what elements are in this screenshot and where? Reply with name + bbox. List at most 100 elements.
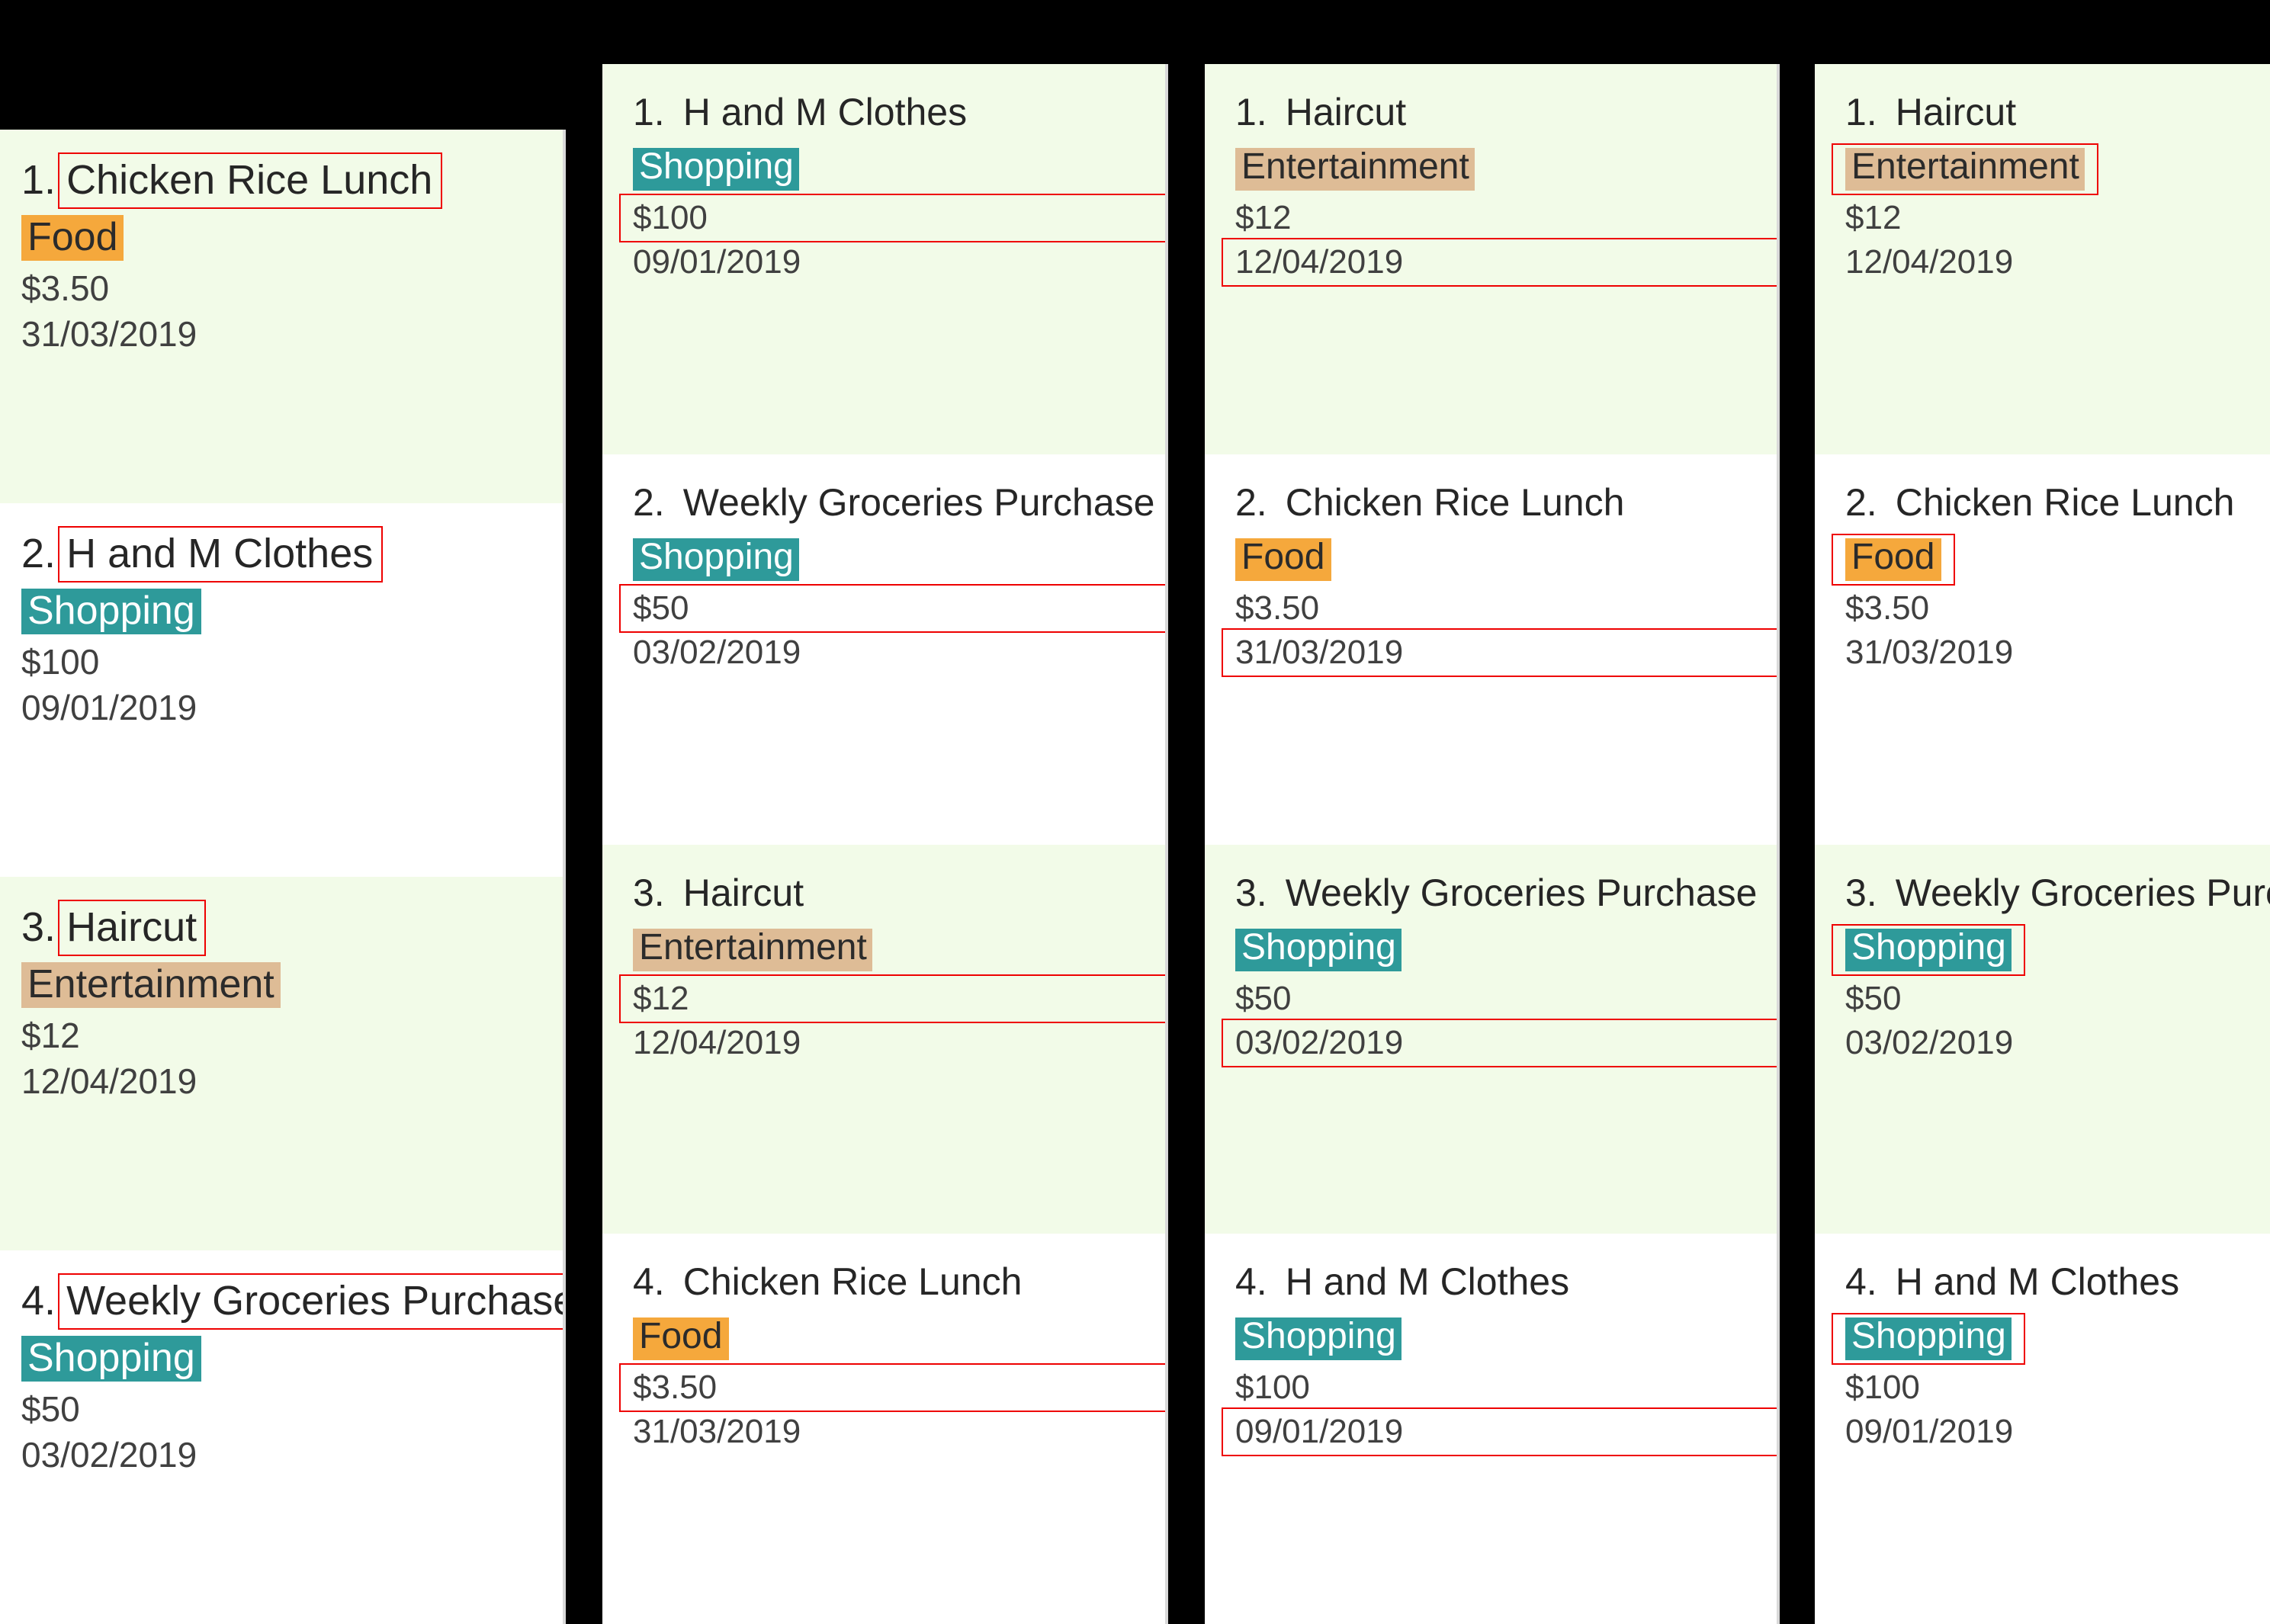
expense-title: Chicken Rice Lunch xyxy=(66,157,432,204)
expense-row[interactable]: 2.Chicken Rice LunchFood$3.5031/03/2019 xyxy=(1815,454,2270,845)
expense-date: 09/01/2019 xyxy=(1845,1413,2270,1452)
expense-row[interactable]: 1. Haircut Entertainment $1212/04/2019 xyxy=(1815,64,2270,454)
expense-amount: $50 xyxy=(1845,978,2270,1018)
expense-index: 2. xyxy=(21,531,56,578)
expense-date: 31/03/2019 xyxy=(1845,633,2270,672)
expense-date: 09/01/2019 xyxy=(1235,1413,1780,1452)
expense-title: Chicken Rice Lunch xyxy=(1896,482,2235,526)
expense-amount: $12 xyxy=(21,1016,566,1057)
expense-category-line: Food xyxy=(1845,537,2270,581)
expense-title-line: 4.Weekly Groceries Purchase xyxy=(21,1278,566,1325)
expense-category-line: Shopping xyxy=(1845,1317,2270,1361)
expense-date: 12/04/2019 xyxy=(1235,242,1780,282)
category-badge: Shopping xyxy=(1845,1318,2012,1361)
expense-amount: $50 xyxy=(21,1389,566,1430)
expense-category-line: Entertainment xyxy=(21,961,566,1008)
expense-title-line: 3.Haircut xyxy=(21,904,566,952)
expense-row[interactable]: 3.HaircutEntertainment$1212/04/2019 xyxy=(602,844,1168,1234)
expense-title-line: 3. Haircut xyxy=(633,871,1168,916)
expense-list-panel-2[interactable]: 1.H and M ClothesShopping$10009/01/20192… xyxy=(602,64,1168,1624)
expense-index: 1. xyxy=(21,157,56,204)
expense-title-line: 1.Haircut xyxy=(1235,91,1780,136)
expense-index: 1. xyxy=(633,91,665,136)
expense-title-line: 4.H and M Clothes xyxy=(1235,1262,1780,1306)
expense-row[interactable]: 1.Chicken Rice LunchFood$3.5031/03/2019 xyxy=(0,130,566,503)
expense-list-panel-3[interactable]: 1.Haircut Entertainment $1212/04/2019 2.Chi… xyxy=(1205,64,1780,1624)
expense-amount: $100 xyxy=(21,642,566,683)
expense-index: 3. xyxy=(633,871,665,916)
expense-index: 3. xyxy=(21,904,56,952)
category-badge: Food xyxy=(1235,538,1331,581)
expense-amount: $3.50 xyxy=(633,1369,1168,1408)
expense-rows-1: 1.Chicken Rice LunchFood$3.5031/03/20192… xyxy=(0,130,566,1624)
expense-title-line: 4. Chicken Rice Lunch xyxy=(633,1262,1168,1306)
category-badge: Food xyxy=(1845,538,1941,581)
expense-category-line: Shopping xyxy=(1845,926,2270,971)
panel-grid: 1.Chicken Rice LunchFood$3.5031/03/20192… xyxy=(0,0,2270,825)
category-badge: Shopping xyxy=(1845,928,2012,971)
expense-list-panel-4[interactable]: 1.HaircutEntertainment$1212/04/20192.Chi… xyxy=(1815,64,2270,1624)
expense-index: 4. xyxy=(1845,1262,1877,1306)
expense-index: 3. xyxy=(1845,871,1877,916)
category-badge: Food xyxy=(633,1318,728,1361)
expense-title: Haircut xyxy=(683,871,804,916)
panel-edge xyxy=(1777,64,1780,1624)
expense-title: H and M Clothes xyxy=(66,531,373,578)
expense-date: 31/03/2019 xyxy=(633,1413,1168,1452)
expense-title-line: 3. Weekly Groceries Purchase xyxy=(1845,871,2270,916)
panel-edge xyxy=(563,130,566,1624)
expense-amount: $100 xyxy=(1235,1369,1780,1408)
expense-date: 12/04/2019 xyxy=(21,1061,566,1102)
expense-title: Weekly Groceries Purchase xyxy=(1896,871,2270,916)
expense-title-line: 3.Weekly Groceries Purchase xyxy=(1235,871,1780,916)
expense-index: 4. xyxy=(633,1262,665,1306)
expense-row[interactable]: 2.Chicken Rice LunchFood$3.5031/03/2019 xyxy=(1205,454,1780,845)
expense-title-line: 2.H and M Clothes xyxy=(21,531,566,578)
expense-row[interactable]: 3.Weekly Groceries Purchase Shopping $5003… xyxy=(1205,844,1780,1234)
expense-row[interactable]: 4. Chicken Rice Lunch Food $3.50 31/03/2019 xyxy=(602,1234,1168,1624)
expense-index: 2. xyxy=(633,482,665,526)
expense-amount: $3.50 xyxy=(1845,589,2270,628)
expense-date: 03/02/2019 xyxy=(633,633,1168,672)
expense-amount: $12 xyxy=(1235,198,1780,238)
expense-title: Haircut xyxy=(1896,91,2016,136)
expense-index: 1. xyxy=(1845,91,1877,136)
expense-title: Chicken Rice Lunch xyxy=(683,1262,1023,1306)
expense-title: Weekly Groceries Purchase xyxy=(66,1278,566,1325)
expense-list-panel-1[interactable]: 1.Chicken Rice LunchFood$3.5031/03/20192… xyxy=(0,130,566,1624)
expense-date: 09/01/2019 xyxy=(633,242,1168,282)
expense-index: 1. xyxy=(1235,91,1267,136)
category-badge: Entertainment xyxy=(1845,148,2085,191)
expense-row[interactable]: 1.H and M ClothesShopping$10009/01/2019 xyxy=(602,64,1168,454)
category-badge: Entertainment xyxy=(21,962,281,1008)
expense-date: 03/02/2019 xyxy=(21,1435,566,1476)
expense-date: 03/02/2019 xyxy=(1235,1022,1780,1062)
expense-row[interactable]: 4.H and M ClothesShopping$10009/01/2019 xyxy=(1205,1234,1780,1624)
category-badge: Entertainment xyxy=(633,928,873,971)
category-badge: Entertainment xyxy=(1235,148,1475,191)
expense-title-line: 4.H and M Clothes xyxy=(1845,1262,2270,1306)
expense-category-line: Shopping xyxy=(1235,926,1780,971)
expense-category-line: Entertainment xyxy=(1845,146,2270,191)
category-badge: Shopping xyxy=(21,1336,201,1382)
category-badge: Shopping xyxy=(633,148,800,191)
expense-amount: $50 xyxy=(1235,978,1780,1018)
category-badge: Shopping xyxy=(21,589,201,634)
expense-amount: $12 xyxy=(1845,198,2270,238)
expense-title-line: 2.Chicken Rice Lunch xyxy=(1235,482,1780,526)
expense-row[interactable]: 2.Weekly Groceries PurchaseShopping$5003… xyxy=(602,454,1168,845)
expense-category-line: Shopping xyxy=(21,587,566,634)
expense-row[interactable]: 4.Weekly Groceries Purchase Shopping $50 03… xyxy=(0,1250,566,1624)
expense-row[interactable]: 3.Weekly Groceries PurchaseShopping$5003… xyxy=(1815,844,2270,1234)
expense-row[interactable]: 1.Haircut Entertainment $1212/04/2019 xyxy=(1205,64,1780,454)
expense-row[interactable]: 3.Haircut Entertainment $1212/04/2019 xyxy=(0,877,566,1250)
expense-rows-4: 1.HaircutEntertainment$1212/04/20192.Chi… xyxy=(1815,64,2270,1624)
expense-amount: $50 xyxy=(633,589,1168,628)
expense-row[interactable]: 4.H and M ClothesShopping$10009/01/2019 xyxy=(1815,1234,2270,1624)
category-badge: Food xyxy=(21,215,124,261)
expense-amount: $3.50 xyxy=(1235,589,1780,628)
expense-date: 12/04/2019 xyxy=(1845,242,2270,282)
expense-row[interactable]: 2.H and M ClothesShopping$10009/01/2019 xyxy=(0,503,566,877)
expense-title-line: 2.Weekly Groceries Purchase xyxy=(633,482,1168,526)
expense-index: 4. xyxy=(21,1278,56,1325)
